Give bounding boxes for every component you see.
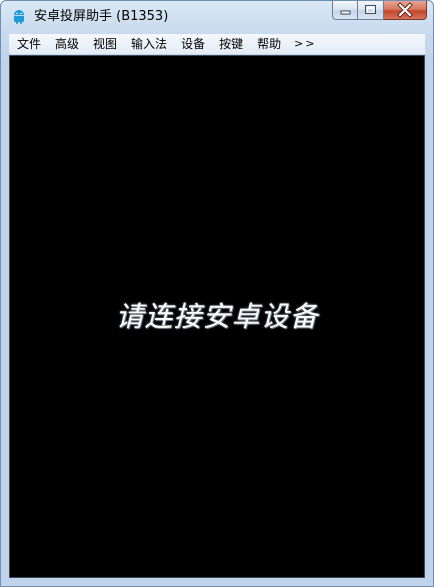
maximize-button[interactable]	[358, 1, 384, 20]
maximize-icon	[365, 5, 376, 14]
menu-bar: 文件 高级 视图 输入法 设备 按键 帮助 >>	[9, 34, 425, 54]
menu-help[interactable]: 帮助	[250, 35, 288, 53]
minimize-icon	[340, 10, 351, 15]
menu-input-method[interactable]: 输入法	[124, 35, 174, 53]
menu-keys[interactable]: 按键	[212, 35, 250, 53]
menu-file[interactable]: 文件	[9, 35, 48, 53]
caption-buttons	[332, 1, 427, 21]
menu-overflow-button[interactable]: >>	[288, 35, 323, 53]
menu-view[interactable]: 视图	[86, 35, 124, 53]
device-screen[interactable]: 请连接安卓设备	[9, 55, 425, 578]
minimize-button[interactable]	[332, 1, 358, 20]
android-icon	[14, 10, 24, 24]
title-bar[interactable]: 安卓投屏助手 (B1353)	[1, 1, 433, 31]
connect-device-message: 请连接安卓设备	[115, 300, 319, 333]
close-button[interactable]	[384, 1, 427, 20]
app-window: 安卓投屏助手 (B1353) 文件 高级 视图 输入法 设备 按键 帮助 >> …	[0, 0, 434, 587]
close-icon	[397, 2, 413, 18]
menu-advanced[interactable]: 高级	[48, 35, 86, 53]
window-title: 安卓投屏助手 (B1353)	[34, 9, 169, 24]
menu-device[interactable]: 设备	[174, 35, 212, 53]
